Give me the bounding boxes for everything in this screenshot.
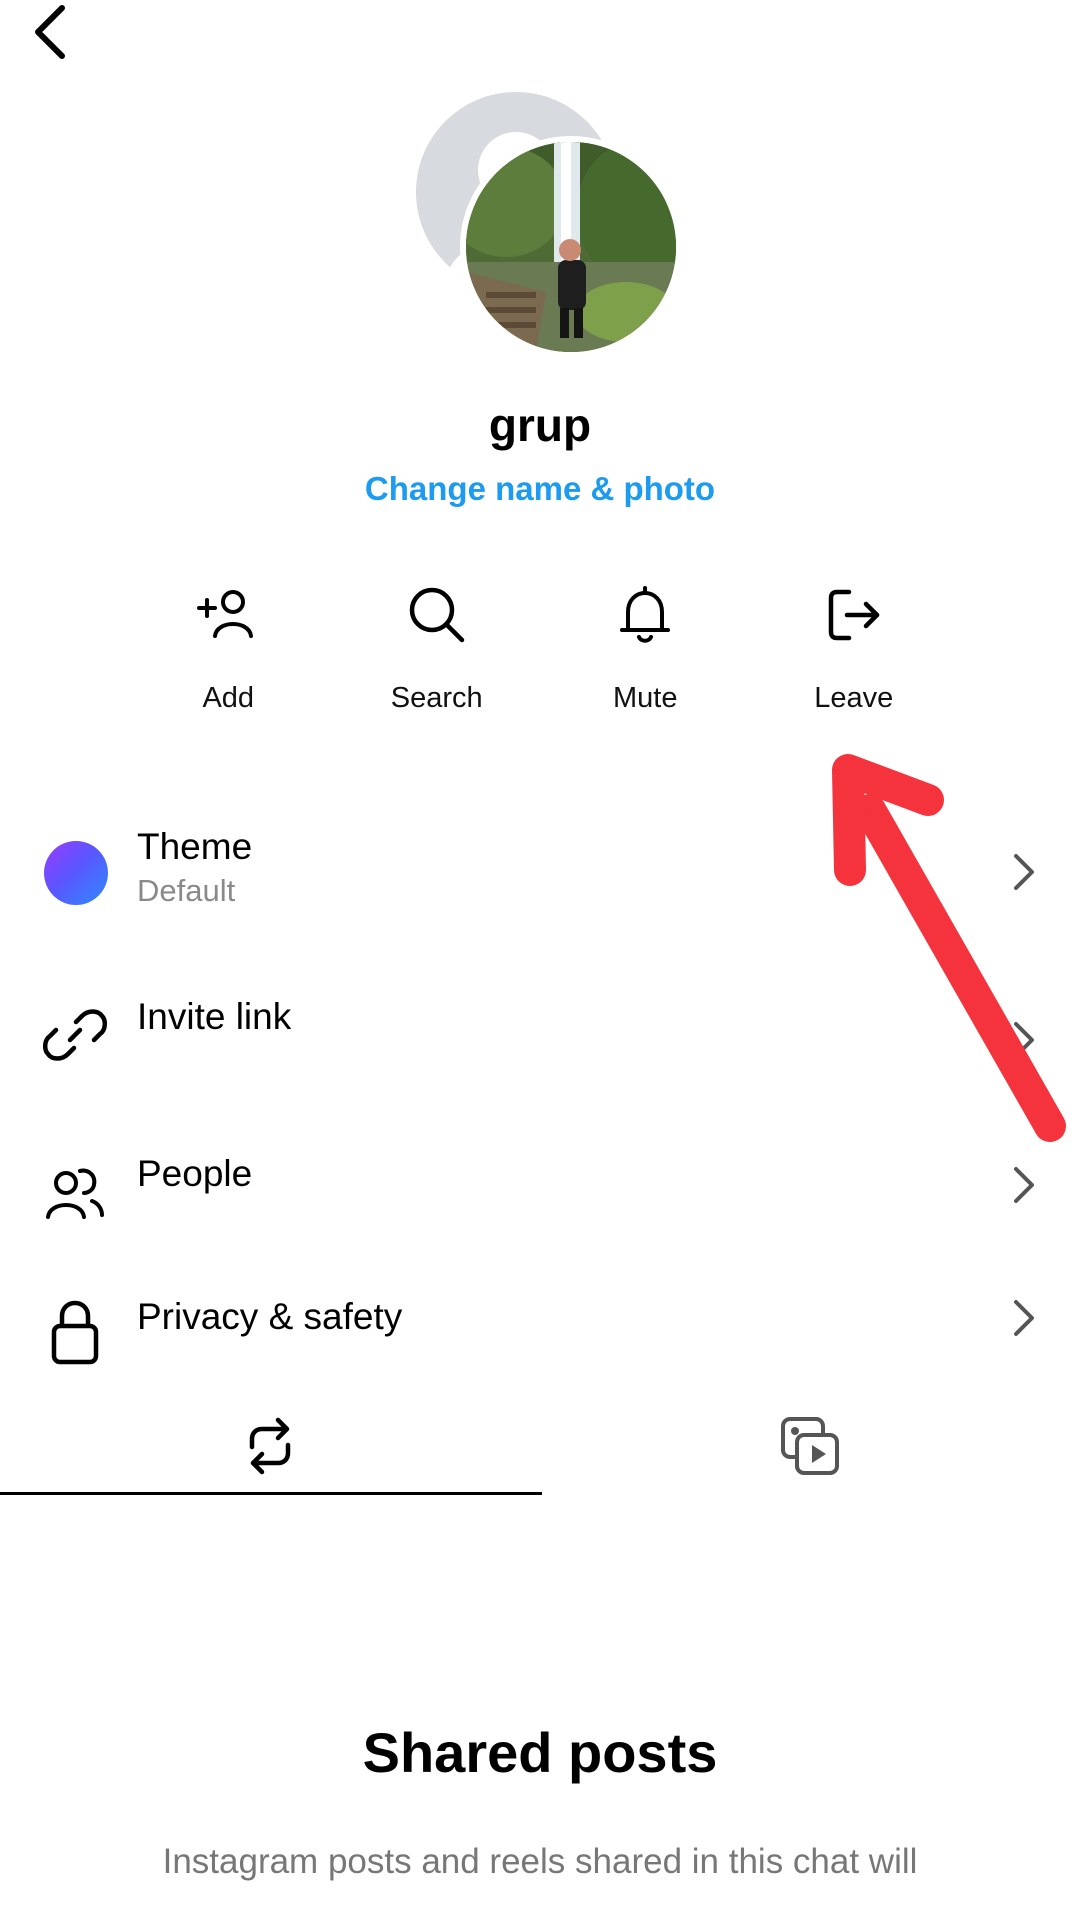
theme-icon bbox=[41, 838, 111, 908]
group-photo bbox=[460, 136, 682, 358]
content-tabs bbox=[0, 1396, 1080, 1506]
mute-button[interactable]: Mute bbox=[541, 580, 750, 740]
chevron-right-icon bbox=[1014, 1167, 1034, 1203]
leave-button[interactable]: Leave bbox=[750, 580, 959, 740]
leave-label: Leave bbox=[814, 682, 894, 714]
quick-actions: Add Search Mute Leave bbox=[124, 580, 958, 740]
chevron-left-icon bbox=[35, 5, 65, 59]
leave-icon bbox=[819, 580, 889, 650]
mute-label: Mute bbox=[613, 682, 678, 714]
theme-value: Default bbox=[137, 873, 236, 908]
link-icon bbox=[40, 1000, 110, 1070]
change-name-photo-link[interactable]: Change name & photo bbox=[0, 470, 1080, 508]
repost-icon bbox=[249, 1417, 291, 1475]
tab-media[interactable] bbox=[540, 1396, 1080, 1496]
theme-row[interactable]: Theme Default bbox=[0, 810, 1080, 930]
search-label: Search bbox=[390, 682, 483, 714]
group-chat-details-screen: grup Change name & photo Add Search Mute… bbox=[0, 0, 1080, 1920]
theme-title: Theme bbox=[137, 826, 253, 867]
bell-icon bbox=[610, 580, 680, 650]
media-icon bbox=[781, 1417, 839, 1475]
privacy-safety-title: Privacy & safety bbox=[137, 1296, 403, 1337]
empty-state-description: Instagram posts and reels shared in this… bbox=[162, 1842, 918, 1881]
invite-link-row[interactable]: Invite link bbox=[0, 980, 1080, 1100]
add-person-icon bbox=[193, 580, 263, 650]
chevron-right-icon bbox=[1014, 854, 1034, 890]
chevron-right-icon bbox=[1014, 1022, 1034, 1058]
group-avatar[interactable] bbox=[416, 92, 682, 358]
invite-link-title: Invite link bbox=[137, 996, 292, 1037]
lock-icon bbox=[40, 1296, 110, 1366]
selected-tab-indicator bbox=[0, 1492, 542, 1495]
add-button[interactable]: Add bbox=[124, 580, 333, 740]
people-icon bbox=[40, 1157, 110, 1227]
people-row[interactable]: People bbox=[0, 1137, 1080, 1257]
change-name-photo-label[interactable]: Change name & photo bbox=[365, 470, 715, 507]
theme-gradient-dot bbox=[44, 841, 108, 905]
group-name: grup bbox=[488, 399, 592, 451]
people-title: People bbox=[137, 1153, 253, 1194]
back-button[interactable] bbox=[22, 0, 82, 64]
add-label: Add bbox=[202, 682, 255, 714]
waterfall-photo bbox=[466, 142, 676, 352]
empty-state-title: Shared posts bbox=[362, 1721, 718, 1784]
chevron-right-icon bbox=[1014, 1300, 1034, 1336]
search-icon bbox=[402, 580, 472, 650]
search-button[interactable]: Search bbox=[333, 580, 542, 740]
tab-shared-posts[interactable] bbox=[0, 1396, 540, 1496]
